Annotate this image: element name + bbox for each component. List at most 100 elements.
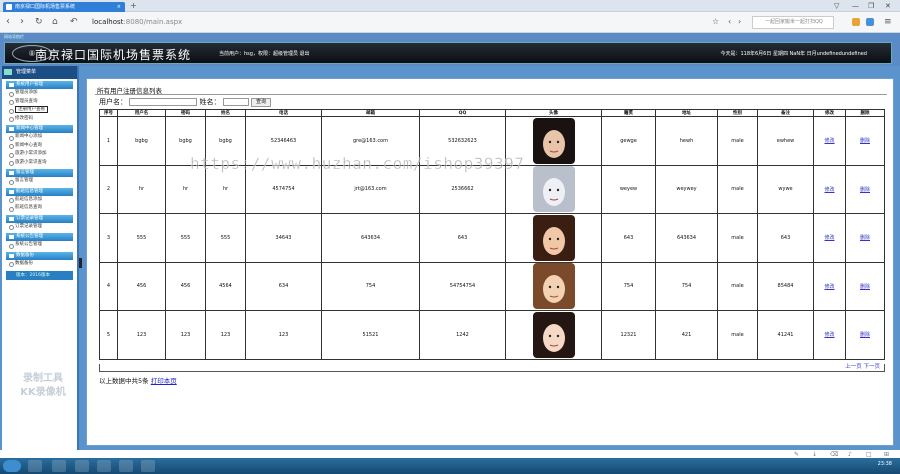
tool-icon[interactable]: ✎ <box>794 451 799 458</box>
name-input[interactable] <box>222 98 249 106</box>
sidebar-item-query-tips[interactable]: 旅游小常识查询 <box>8 159 77 168</box>
sidebar-item-add-admin[interactable]: 管理员添加 <box>8 89 77 98</box>
delete-link[interactable]: 删除 <box>860 138 870 144</box>
minimize-icon[interactable]: — <box>852 0 859 12</box>
download-icon[interactable]: ↓ <box>812 451 817 458</box>
delete-link[interactable]: 删除 <box>860 235 870 241</box>
sidebar-item-query-admin[interactable]: 管理员查询 <box>8 98 77 107</box>
trash-icon[interactable]: ⌫ <box>830 451 838 458</box>
sidebar-item-query-flight[interactable]: 航班信息查询 <box>8 204 77 213</box>
sidebar-section-backup[interactable]: 数据备份 <box>6 251 73 260</box>
table-cell: 4 <box>99 261 118 311</box>
avatar-cell <box>505 310 602 360</box>
sidebar-item-query-news[interactable]: 新闻中心查询 <box>8 142 77 151</box>
next-page-link[interactable]: 下一页 <box>863 364 880 370</box>
sidebar-section-news[interactable]: 新闻中心管理 <box>6 125 73 133</box>
table-cell: 555 <box>205 213 246 263</box>
search-form: 用户名： 姓名： 查询 <box>99 97 399 107</box>
table-cell: 634 <box>245 261 322 311</box>
grid-icon[interactable]: ⊞ <box>884 451 889 458</box>
delete-link[interactable]: 删除 <box>860 187 870 193</box>
search-input[interactable]: 一起回家搬米一起打扫QQ <box>752 16 834 29</box>
delete-link[interactable]: 删除 <box>860 332 870 338</box>
edit-link[interactable]: 修改 <box>824 332 834 338</box>
browser-tab-bar: 南京禄口国际机场售票系统 × + ▽ — ❐ ✕ <box>0 0 900 12</box>
back-icon[interactable]: ‹ <box>6 16 10 28</box>
shield-icon[interactable]: ▽ <box>834 0 839 12</box>
new-tab-icon[interactable]: + <box>130 1 137 10</box>
browser-tab[interactable]: 南京禄口国际机场售票系统 × <box>3 2 125 12</box>
sidebar-item-add-flight[interactable]: 航班信息添加 <box>8 196 77 205</box>
search-button[interactable]: 查询 <box>250 97 271 107</box>
table-cell: 643634 <box>321 213 420 263</box>
prev-page-link[interactable]: 上一页 <box>845 364 862 370</box>
table-cell: 34643 <box>245 213 322 263</box>
restore-icon[interactable]: ❐ <box>868 0 874 12</box>
avatar <box>532 311 575 358</box>
refresh-icon[interactable]: ↻ <box>35 16 43 28</box>
table-cell: 643634 <box>655 213 718 263</box>
action-cell: 修改 <box>813 213 846 263</box>
sidebar-item-add-news[interactable]: 新闻中心添加 <box>8 133 77 142</box>
sidebar-section-messages[interactable]: 留言管理 <box>6 169 73 177</box>
table-cell: 643 <box>757 213 814 263</box>
chevron-left-icon[interactable]: ‹ <box>728 16 731 28</box>
close-window-icon[interactable]: ✕ <box>885 0 891 12</box>
taskbar-app-browser[interactable] <box>97 460 111 472</box>
column-header: QQ <box>419 109 506 117</box>
sidebar: 管理菜单 系统用户管理 管理员添加 管理员查询 注册用户查看 修改密码 新闻中心… <box>2 66 79 450</box>
table-cell: male <box>717 261 758 311</box>
sidebar-item-change-password[interactable]: 修改密码 <box>8 115 77 124</box>
site-header: 网站导航栏 ⑧ 南京禄口国际机场售票系统 当前用户：hsg，权限：超级管理员 退… <box>0 33 900 66</box>
table-cell: 643 <box>601 213 656 263</box>
sidebar-toggle-handle[interactable] <box>79 258 82 268</box>
column-header: 序号 <box>99 109 118 117</box>
username-input[interactable] <box>129 98 198 106</box>
action-cell: 删除 <box>845 164 885 214</box>
chevron-right-icon[interactable]: › <box>738 16 741 28</box>
table-cell: 2 <box>99 164 118 214</box>
table-cell: 54754754 <box>419 261 506 311</box>
sidebar-item-messages[interactable]: 留言管理 <box>8 177 77 186</box>
edit-link[interactable]: 修改 <box>824 187 834 193</box>
edit-link[interactable]: 修改 <box>824 284 834 290</box>
address-bar[interactable]: localhost:8080/main.aspx <box>92 16 692 29</box>
home-icon[interactable]: ⌂ <box>52 16 58 28</box>
edit-link[interactable]: 修改 <box>824 138 834 144</box>
menu-icon[interactable]: ≡ <box>884 16 892 28</box>
sidebar-item-backup[interactable]: 数据备份 <box>8 260 77 269</box>
sidebar-section-notices[interactable]: 系统公告管理 <box>6 233 73 241</box>
print-link[interactable]: 打印本页 <box>151 377 177 385</box>
forward-icon[interactable]: › <box>20 16 24 28</box>
taskbar-app-explorer[interactable] <box>28 460 42 472</box>
table-cell: 555 <box>117 213 166 263</box>
close-tab-icon[interactable]: × <box>117 2 121 12</box>
site-title: 南京禄口国际机场售票系统 <box>35 48 192 62</box>
sidebar-section-user[interactable]: 系统用户管理 <box>6 81 73 89</box>
table-cell: male <box>717 213 758 263</box>
table-cell: male <box>717 164 758 214</box>
sidebar-top: 管理菜单 <box>2 66 77 79</box>
start-button[interactable] <box>3 460 21 472</box>
table-cell: 456 <box>165 261 206 311</box>
body-area: 管理菜单 系统用户管理 管理员添加 管理员查询 注册用户查看 修改密码 新闻中心… <box>0 66 900 450</box>
edit-link[interactable]: 修改 <box>824 235 834 241</box>
undo-icon[interactable]: ↶ <box>70 16 78 28</box>
column-header: 用户名 <box>117 109 166 117</box>
taskbar-app-vs[interactable] <box>119 460 133 472</box>
taskbar-app-recorder[interactable] <box>75 460 89 472</box>
sidebar-section-bookings[interactable]: 订票记录管理 <box>6 214 73 223</box>
taskbar-app-media[interactable] <box>52 460 66 472</box>
star-icon[interactable]: ☆ <box>712 16 719 28</box>
sidebar-section-flights[interactable]: 航班信息管理 <box>6 187 73 196</box>
sidebar-item-bookings[interactable]: 订票记录管理 <box>8 223 77 232</box>
taskbar-app-notes[interactable] <box>141 460 155 472</box>
extension-icon[interactable] <box>852 18 860 26</box>
speaker-icon[interactable]: ♪ <box>848 451 852 458</box>
zoom-icon[interactable]: □ <box>866 451 872 458</box>
sidebar-item-add-tips[interactable]: 旅游小常识添加 <box>8 150 77 159</box>
sidebar-item-notices[interactable]: 系统公告管理 <box>8 241 77 250</box>
delete-link[interactable]: 删除 <box>860 284 870 290</box>
account-icon[interactable] <box>866 18 874 26</box>
sidebar-item-registered-users[interactable]: 注册用户查看 <box>8 106 77 115</box>
